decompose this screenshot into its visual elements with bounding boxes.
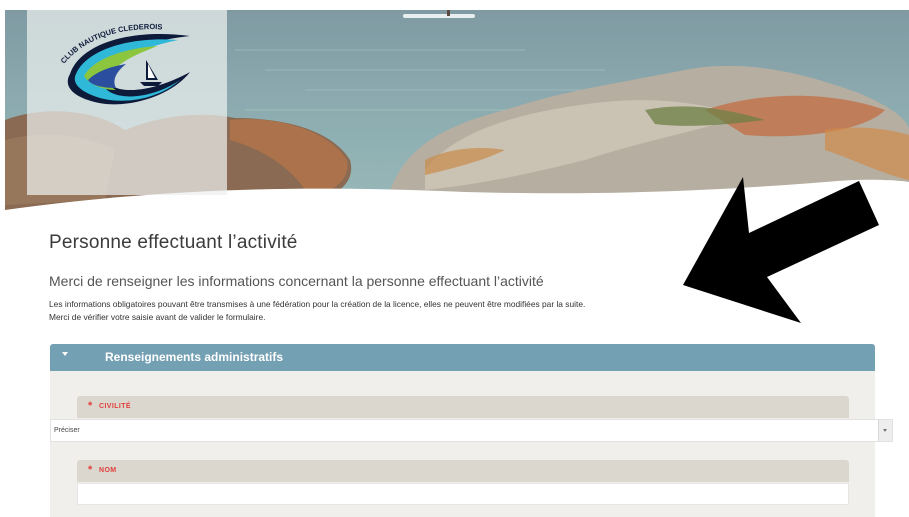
nom-label-bar: * NOM — [77, 460, 849, 482]
page-title: Personne effectuant l’activité — [49, 232, 298, 253]
info-line-2: Merci de vérifier votre saisie avant de … — [49, 312, 266, 322]
caret-down-icon — [62, 352, 68, 356]
chevron-down-icon — [883, 429, 887, 432]
paddle-board — [403, 14, 475, 18]
civilite-selected-value: Préciser — [54, 427, 80, 434]
civilite-label: CIVILITÉ — [99, 403, 131, 410]
required-asterisk: * — [88, 464, 93, 476]
logo-icon: CLUB NAUTIQUE CLEDEROIS — [59, 22, 190, 105]
info-text: Les informations obligatoires pouvant êt… — [49, 298, 585, 324]
section-title: Renseignements administratifs — [105, 350, 284, 364]
section-header-toggle[interactable]: Renseignements administratifs — [50, 344, 875, 371]
nom-label: NOM — [99, 467, 117, 474]
civilite-label-bar: * CIVILITÉ — [77, 396, 849, 418]
section-administratif: Renseignements administratifs * CIVILITÉ… — [50, 344, 893, 517]
required-asterisk: * — [88, 400, 93, 412]
page-subtitle: Merci de renseigner les informations con… — [49, 273, 544, 289]
info-line-1: Les informations obligatoires pouvant êt… — [49, 299, 586, 309]
civilite-dropdown-button[interactable] — [878, 420, 892, 441]
nom-input[interactable] — [77, 483, 849, 505]
page-frame: CLUB NAUTIQUE CLEDEROIS Personne effectu… — [5, 10, 909, 517]
arrow-icon — [683, 177, 879, 323]
civilite-select[interactable]: Préciser — [50, 419, 893, 442]
